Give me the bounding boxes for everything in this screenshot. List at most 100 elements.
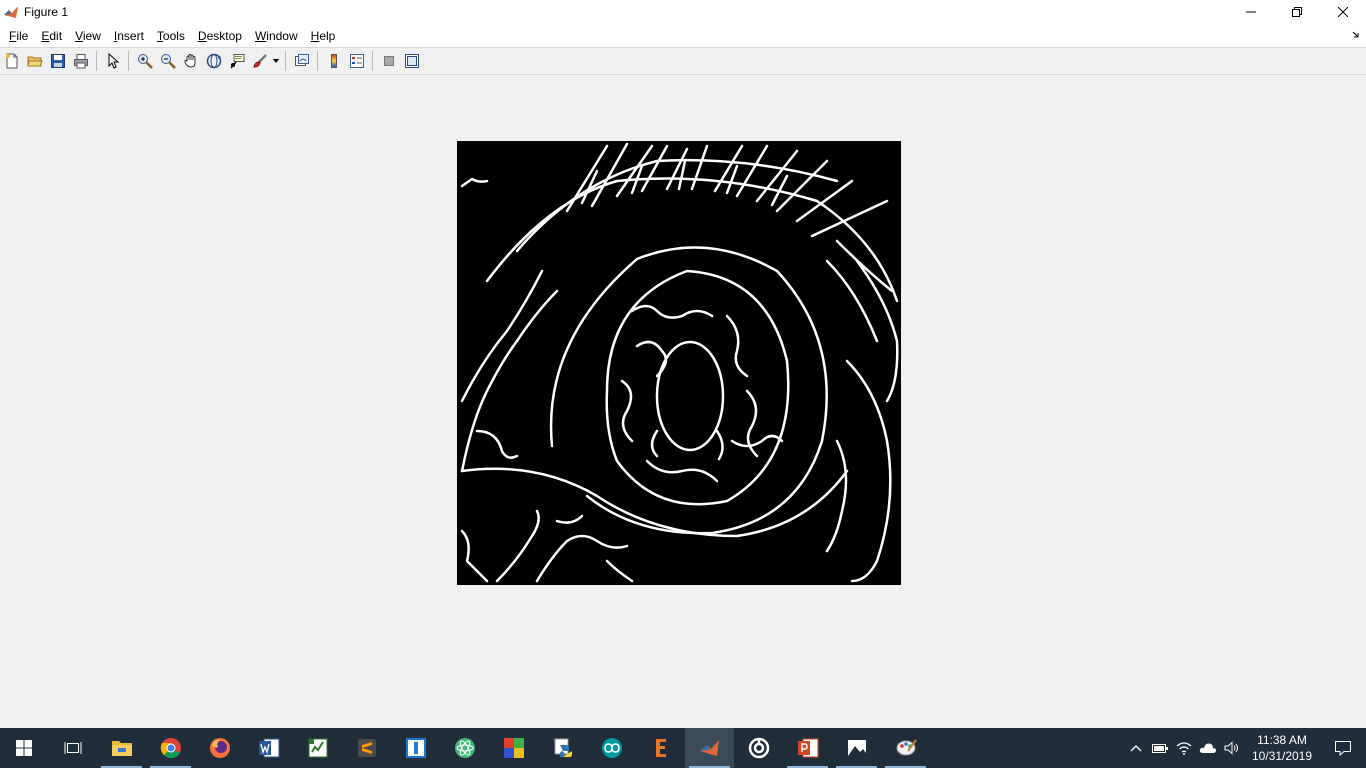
python-icon [554, 738, 572, 757]
new-file-icon [5, 53, 17, 69]
battery-button[interactable] [1148, 728, 1172, 768]
edge-detection-image[interactable] [457, 141, 901, 585]
menu-view[interactable]: View [69, 29, 107, 43]
data-cursor-button[interactable] [225, 50, 248, 72]
taskbar-firefox[interactable] [195, 728, 244, 768]
insert-colorbar-button[interactable] [322, 50, 345, 72]
menu-bar: File Edit View Insert Tools Desktop Wind… [0, 24, 1366, 47]
photos-icon [847, 740, 866, 756]
rotate-3d-button[interactable] [202, 50, 225, 72]
toolbar-dock-arrow-icon[interactable] [1352, 31, 1360, 39]
arduino-icon [601, 738, 622, 758]
system-tray: 11:38 AM 10/31/2019 [1124, 728, 1366, 768]
blue-app-icon [405, 738, 426, 758]
wifi-button[interactable] [1172, 728, 1196, 768]
project-icon [308, 738, 327, 758]
chevron-up-icon [1130, 745, 1142, 752]
menu-window[interactable]: Window [249, 29, 304, 43]
firefox-icon [209, 738, 230, 758]
toolbar-separator [96, 51, 97, 71]
printer-icon [73, 54, 88, 69]
menu-tools[interactable]: Tools [151, 29, 191, 43]
taskbar-paint[interactable] [881, 728, 930, 768]
taskbar-file-explorer[interactable] [97, 728, 146, 768]
colored-squares-icon [503, 738, 524, 758]
restore-icon [1292, 7, 1302, 17]
brush-button[interactable] [248, 50, 271, 72]
taskbar-powerpoint[interactable] [783, 728, 832, 768]
taskbar-app-blue[interactable] [391, 728, 440, 768]
save-disk-icon [50, 54, 65, 68]
taskbar-app-colored[interactable] [489, 728, 538, 768]
paint-icon [896, 739, 917, 756]
taskbar-arduino[interactable] [587, 728, 636, 768]
wifi-icon [1176, 742, 1192, 755]
taskbar-word[interactable] [244, 728, 293, 768]
restore-button[interactable] [1274, 0, 1320, 24]
notification-icon [1335, 741, 1351, 756]
speaker-icon [1224, 741, 1238, 755]
edit-plot-button[interactable] [101, 50, 124, 72]
clock-date: 10/31/2019 [1251, 749, 1313, 763]
action-center-button[interactable] [1320, 728, 1366, 768]
insert-legend-button[interactable] [345, 50, 368, 72]
taskbar-python[interactable] [538, 728, 587, 768]
battery-icon [1152, 744, 1168, 753]
brush-options-button[interactable] [271, 50, 281, 72]
task-view-icon [64, 742, 81, 754]
figure-canvas[interactable] [0, 75, 1366, 728]
circle-app-icon [748, 737, 769, 759]
windows-logo-icon [16, 740, 32, 756]
data-cursor-icon [229, 54, 244, 69]
menu-file[interactable]: File [3, 29, 34, 43]
toolbar-separator [285, 51, 286, 71]
taskbar-photos[interactable] [832, 728, 881, 768]
volume-button[interactable] [1220, 728, 1244, 768]
zoom-out-icon [160, 54, 176, 69]
menu-desktop[interactable]: Desktop [192, 29, 248, 43]
task-view-button[interactable] [48, 728, 97, 768]
window-title: Figure 1 [24, 5, 69, 19]
taskbar-matlab[interactable] [685, 728, 734, 768]
file-explorer-icon [111, 741, 132, 756]
pan-hand-icon [183, 54, 195, 68]
chrome-icon [160, 738, 181, 759]
onedrive-button[interactable] [1196, 728, 1220, 768]
atom-icon [454, 738, 475, 758]
zoom-out-button[interactable] [156, 50, 179, 72]
menu-edit[interactable]: Edit [35, 29, 68, 43]
matlab-logo-icon [3, 4, 19, 20]
taskbar-sublime-text[interactable] [342, 728, 391, 768]
colorbar-icon [330, 54, 337, 68]
print-button[interactable] [69, 50, 92, 72]
new-figure-button[interactable] [0, 50, 23, 72]
link-plot-icon [294, 54, 309, 66]
legend-icon [349, 54, 364, 68]
zoom-in-button[interactable] [133, 50, 156, 72]
matlab-icon [699, 740, 719, 756]
open-file-button[interactable] [23, 50, 46, 72]
menu-insert[interactable]: Insert [108, 29, 150, 43]
save-button[interactable] [46, 50, 69, 72]
eye-edges-image [460, 142, 899, 583]
rotate-3d-icon [206, 53, 221, 69]
taskbar-chrome[interactable] [146, 728, 195, 768]
toolbar-separator [317, 51, 318, 71]
start-button[interactable] [0, 728, 48, 768]
minimize-button[interactable] [1228, 0, 1274, 24]
zoom-in-icon [137, 54, 153, 69]
pan-button[interactable] [179, 50, 202, 72]
taskbar-clock[interactable]: 11:38 AM 10/31/2019 [1244, 732, 1320, 764]
taskbar-atom[interactable] [440, 728, 489, 768]
show-hidden-icons-button[interactable] [1124, 728, 1148, 768]
menu-help[interactable]: Help [305, 29, 342, 43]
taskbar-app-circle[interactable] [734, 728, 783, 768]
link-plot-button[interactable] [290, 50, 313, 72]
cloud-icon [1199, 743, 1217, 753]
close-button[interactable] [1320, 0, 1366, 24]
dropdown-arrow-icon [273, 59, 279, 63]
hide-plot-tools-button[interactable] [377, 50, 400, 72]
taskbar-project[interactable] [293, 728, 342, 768]
show-plot-tools-button[interactable] [400, 50, 423, 72]
taskbar-app-e[interactable] [636, 728, 685, 768]
